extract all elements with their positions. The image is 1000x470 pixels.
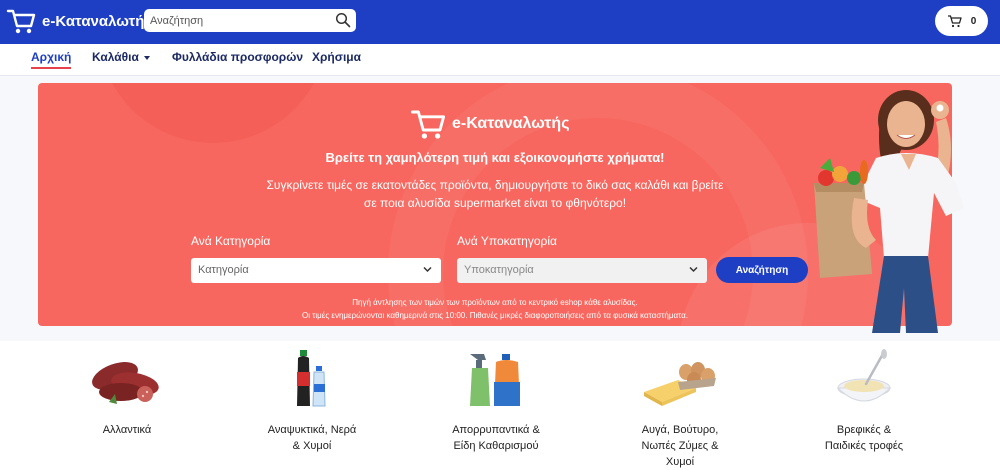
bottles-icon <box>297 350 326 407</box>
baby-food-icon <box>836 349 892 402</box>
cart-logo-icon <box>410 110 446 139</box>
category-label: Βρεφικές & Παιδικές τροφές <box>784 422 944 454</box>
category-item[interactable]: Βρεφικές & Παιδικές τροφές <box>784 348 944 454</box>
nav-item-home[interactable]: Αρχική <box>31 50 72 69</box>
category-item[interactable]: Απορρυπαντικά & Είδη Καθαρισμού <box>416 348 576 454</box>
category-label-line: Αλλαντικά <box>102 424 152 436</box>
detergent-icon <box>470 354 520 406</box>
hero-subtitle-line: σε ποια αλυσίδα supermarket είναι το φθη… <box>363 196 627 210</box>
category-label: Αυγά, Βούτυρο, Νωπές Ζύμες & Χυμοί <box>600 422 760 470</box>
cart-logo-icon <box>6 9 36 34</box>
category-item[interactable]: Αυγά, Βούτυρο, Νωπές Ζύμες & Χυμοί <box>600 348 760 470</box>
hero-brand-name: e-Καταναλωτής <box>452 115 570 132</box>
nav-item-baskets[interactable]: Καλάθια <box>92 50 150 64</box>
category-label: Ανά Κατηγορία <box>191 234 271 248</box>
hero-subtitle-line: Συγκρίνετε τιμές σε εκατοντάδες προϊόντα… <box>266 178 724 192</box>
category-item[interactable]: Αλλαντικά <box>47 348 207 438</box>
subcategory-label: Ανά Υποκατηγορία <box>457 234 557 248</box>
category-label: Αλλαντικά <box>47 422 207 438</box>
category-label-line: Αναψυκτικά, Νερά <box>267 424 357 436</box>
top-bar: e-Καταναλωτής 0 <box>0 0 1000 44</box>
category-label-line: Νωπές Ζύμες & <box>641 440 719 452</box>
hero-search-button[interactable]: Αναζήτηση <box>716 257 808 283</box>
chevron-down-icon <box>689 266 698 273</box>
chevron-down-icon <box>423 266 432 273</box>
category-label: Απορρυπαντικά & Είδη Καθαρισμού <box>416 422 576 454</box>
chevron-down-icon <box>143 55 150 60</box>
search-bar <box>144 9 356 32</box>
decorative-circle <box>98 83 328 143</box>
category-label-line: Παιδικές τροφές <box>824 440 904 452</box>
category-label-line: Βρεφικές & <box>836 424 892 436</box>
nav-item-flyers[interactable]: Φυλλάδια προσφορών <box>172 50 303 64</box>
nav-item-useful[interactable]: Χρήσιμα <box>312 50 361 64</box>
eggs-butter-icon <box>644 362 716 406</box>
search-icon[interactable] <box>335 12 351 28</box>
subcategory-select[interactable]: Υποκατηγορία <box>457 258 707 283</box>
category-label-line: Απορρυπαντικά & <box>452 424 540 436</box>
search-input[interactable] <box>144 14 330 27</box>
category-item[interactable]: Αναψυκτικά, Νερά & Χυμοί <box>232 348 392 454</box>
main-nav: Αρχική Καλάθια Φυλλάδια προσφορών Χρήσιμ… <box>0 44 1000 76</box>
subcategory-select-value: Υποκατηγορία <box>464 264 534 276</box>
cart-count: 0 <box>970 15 977 27</box>
hero-subtitle: Συγκρίνετε τιμές σε εκατοντάδες προϊόντα… <box>245 176 745 212</box>
category-label-line: Χυμοί <box>665 456 695 468</box>
hero-logo: e-Καταναλωτής <box>410 107 570 141</box>
woman-with-groceries-image <box>814 90 964 333</box>
category-label-line: Αυγά, Βούτυρο, <box>641 424 719 436</box>
category-label-line: & Χυμοί <box>292 440 332 452</box>
cart-icon <box>947 15 962 28</box>
category-label-line: Είδη Καθαρισμού <box>453 440 539 452</box>
category-select-value: Κατηγορία <box>198 264 249 276</box>
category-select[interactable]: Κατηγορία <box>191 258 441 283</box>
cart-button[interactable]: 0 <box>935 6 988 36</box>
brand-name: e-Καταναλωτής <box>42 12 153 30</box>
nav-item-baskets-label: Καλάθια <box>92 50 139 64</box>
category-label: Αναψυκτικά, Νερά & Χυμοί <box>232 422 392 454</box>
brand-logo-link[interactable]: e-Καταναλωτής <box>6 6 152 36</box>
sausage-icon <box>92 362 159 404</box>
